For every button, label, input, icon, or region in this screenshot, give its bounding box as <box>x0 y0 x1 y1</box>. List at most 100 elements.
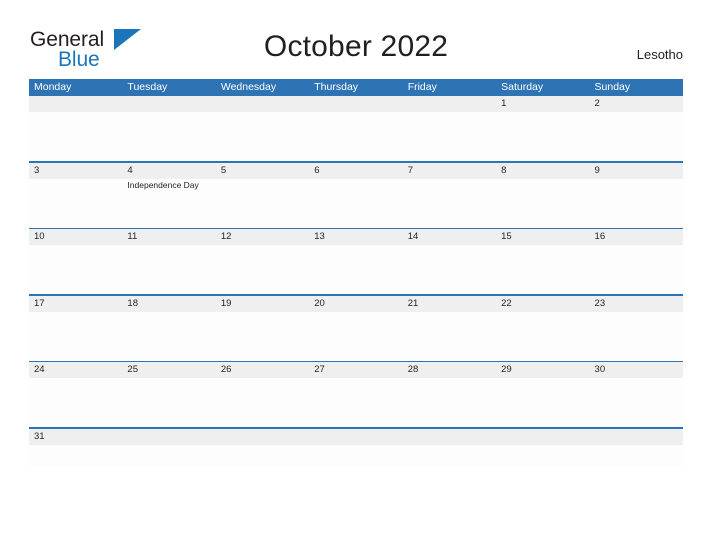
day-event <box>496 312 589 361</box>
date-number[interactable]: 23 <box>590 296 683 312</box>
week-row: 3 4 5 6 7 8 9 Independence Day <box>29 162 683 229</box>
events-strip <box>29 112 683 161</box>
day-event <box>590 312 683 361</box>
dow-thursday: Thursday <box>314 81 359 93</box>
date-number[interactable]: 6 <box>309 163 402 179</box>
day-event <box>403 179 496 228</box>
date-number[interactable]: 8 <box>496 163 589 179</box>
dow-sunday: Sunday <box>594 81 631 93</box>
day-event <box>309 179 402 228</box>
page-header: General Blue October 2022 Lesotho <box>0 0 712 79</box>
events-strip <box>29 311 683 361</box>
date-number[interactable]: 16 <box>590 229 683 245</box>
date-strip: 31 <box>29 428 683 445</box>
day-event <box>29 112 122 161</box>
date-number[interactable] <box>309 429 402 445</box>
day-event <box>216 312 309 361</box>
date-number[interactable]: 10 <box>29 229 122 245</box>
date-number[interactable]: 17 <box>29 296 122 312</box>
date-number[interactable]: 19 <box>216 296 309 312</box>
dow-saturday: Saturday <box>501 81 544 93</box>
events-strip <box>29 378 683 427</box>
date-number[interactable] <box>216 96 309 112</box>
date-number[interactable]: 1 <box>496 96 589 112</box>
day-event <box>403 112 496 161</box>
week-row: 17 18 19 20 21 22 23 <box>29 295 683 362</box>
dow-friday: Friday <box>407 81 437 93</box>
day-event <box>29 378 122 427</box>
date-number[interactable] <box>590 429 683 445</box>
date-strip: 3 4 5 6 7 8 9 <box>29 162 683 179</box>
date-strip: 17 18 19 20 21 22 23 <box>29 295 683 312</box>
date-number[interactable]: 20 <box>309 296 402 312</box>
date-number[interactable] <box>216 429 309 445</box>
date-number[interactable] <box>309 96 402 112</box>
date-number[interactable]: 24 <box>29 362 122 378</box>
date-number[interactable]: 7 <box>403 163 496 179</box>
date-number[interactable]: 26 <box>216 362 309 378</box>
week-row: 24 25 26 27 28 29 30 <box>29 362 683 429</box>
page-title: October 2022 <box>263 30 449 63</box>
day-event <box>309 378 402 427</box>
date-number[interactable] <box>29 96 122 112</box>
date-number[interactable]: 31 <box>29 429 122 445</box>
date-number[interactable]: 9 <box>590 163 683 179</box>
events-strip <box>29 444 683 467</box>
date-number[interactable]: 29 <box>496 362 589 378</box>
date-number[interactable] <box>122 429 215 445</box>
date-number[interactable]: 25 <box>122 362 215 378</box>
date-number[interactable]: 12 <box>216 229 309 245</box>
date-number[interactable]: 28 <box>403 362 496 378</box>
events-strip: Independence Day <box>29 178 683 228</box>
day-event <box>496 112 589 161</box>
date-number[interactable]: 18 <box>122 296 215 312</box>
day-event <box>590 245 683 294</box>
day-event <box>29 179 122 228</box>
day-event <box>403 312 496 361</box>
calendar-grid: Monday Tuesday Wednesday Thursday Friday… <box>29 79 683 467</box>
date-number[interactable] <box>403 429 496 445</box>
date-number[interactable]: 27 <box>309 362 402 378</box>
date-number[interactable]: 5 <box>216 163 309 179</box>
day-event <box>216 245 309 294</box>
week-row: 1 2 <box>29 96 683 163</box>
events-strip <box>29 245 683 294</box>
day-event <box>216 112 309 161</box>
dow-monday: Monday <box>34 81 72 93</box>
date-number[interactable]: 11 <box>122 229 215 245</box>
date-number[interactable] <box>403 96 496 112</box>
country-label: Lesotho <box>636 47 683 62</box>
date-number[interactable]: 21 <box>403 296 496 312</box>
day-event <box>309 112 402 161</box>
date-number[interactable] <box>122 96 215 112</box>
day-event <box>122 378 215 427</box>
date-number[interactable]: 30 <box>590 362 683 378</box>
day-event <box>122 245 215 294</box>
day-event <box>216 179 309 228</box>
date-number[interactable]: 22 <box>496 296 589 312</box>
day-event <box>496 179 589 228</box>
dow-tuesday: Tuesday <box>127 81 168 93</box>
day-event <box>590 179 683 228</box>
date-number[interactable]: 2 <box>590 96 683 112</box>
day-event <box>590 378 683 427</box>
day-event <box>122 112 215 161</box>
week-row: 31 <box>29 428 683 467</box>
day-event <box>309 312 402 361</box>
dow-wednesday: Wednesday <box>220 81 277 93</box>
date-strip: 10 11 12 13 14 15 16 <box>29 229 683 245</box>
day-event <box>122 312 215 361</box>
day-event <box>216 378 309 427</box>
date-number[interactable]: 13 <box>309 229 402 245</box>
date-number[interactable] <box>496 429 589 445</box>
date-number[interactable]: 4 <box>122 163 215 179</box>
date-strip: 1 2 <box>29 96 683 112</box>
date-number[interactable]: 14 <box>403 229 496 245</box>
day-event <box>496 245 589 294</box>
day-event <box>403 245 496 294</box>
date-number[interactable]: 15 <box>496 229 589 245</box>
date-number[interactable]: 3 <box>29 163 122 179</box>
day-event <box>403 378 496 427</box>
day-event <box>309 245 402 294</box>
day-event-independence-day: Independence Day <box>127 179 199 190</box>
